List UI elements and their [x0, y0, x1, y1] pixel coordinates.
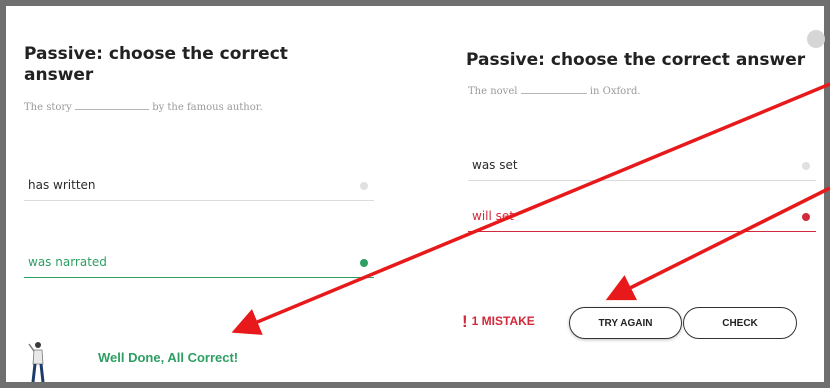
option-was-set[interactable]: was set: [468, 151, 816, 181]
success-feedback: Well Done, All Correct!: [98, 350, 239, 365]
answer-blank: [75, 109, 149, 110]
question-title-left: Passive: choose the correct answer: [24, 44, 384, 86]
sentence-after: in Oxford.: [589, 86, 641, 97]
quiz-panel-left: Passive: choose the correct answer The s…: [6, 6, 422, 383]
title-line-1: Passive: choose the correct: [24, 44, 288, 64]
sentence-before: The story: [24, 102, 72, 113]
try-again-button[interactable]: TRY AGAIN: [569, 307, 682, 339]
option-label: will set: [472, 209, 514, 223]
title-line-2: answer: [24, 65, 94, 85]
corner-icon: [807, 30, 825, 48]
mistake-counter: ! 1 MISTAKE: [462, 312, 535, 332]
option-label: was set: [472, 158, 518, 172]
option-was-narrated[interactable]: was narrated: [24, 248, 374, 278]
radio-dot-icon: [802, 162, 810, 170]
radio-dot-icon: [360, 182, 368, 190]
mistake-text: 1 MISTAKE: [471, 314, 535, 328]
question-title-right: Passive: choose the correct answer: [466, 50, 806, 70]
question-sentence-left: The story by the famous author.: [24, 102, 263, 113]
option-will-set[interactable]: will set: [468, 202, 816, 232]
screenshot-frame: Passive: choose the correct answer The s…: [0, 0, 830, 388]
check-button[interactable]: CHECK: [683, 307, 797, 339]
radio-dot-icon: [802, 213, 810, 221]
option-label: was narrated: [28, 255, 107, 269]
exclamation-icon: !: [462, 312, 468, 331]
option-has-written[interactable]: has written: [24, 171, 374, 201]
person-figure-icon: [28, 342, 45, 383]
option-label: has written: [28, 178, 96, 192]
sentence-before: The novel: [468, 86, 518, 97]
question-sentence-right: The novel in Oxford.: [468, 86, 641, 97]
sentence-after: by the famous author.: [152, 102, 263, 113]
answer-blank: [520, 93, 587, 94]
radio-dot-icon: [360, 259, 368, 267]
